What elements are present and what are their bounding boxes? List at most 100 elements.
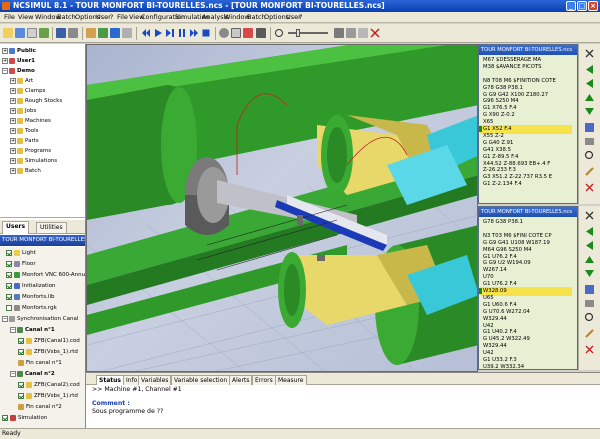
camera-icon[interactable] [346,28,356,38]
step-forward-icon[interactable] [165,28,175,38]
arrow-left-icon[interactable] [584,226,595,237]
maximize-button[interactable]: □ [577,1,587,11]
tool-icon[interactable] [584,298,595,309]
ruler-icon[interactable] [358,28,368,38]
cut-icon[interactable] [370,28,380,38]
print-icon[interactable] [56,28,66,38]
nc-code-line[interactable]: M38 $AVANCE PICOTS [483,63,541,72]
tab-status[interactable]: Status [96,375,124,385]
close-icon[interactable] [584,210,595,221]
list-icon[interactable] [584,122,595,133]
menu-help[interactable]: ? [110,13,113,22]
tree-item-demo[interactable]: − Demo [2,67,35,76]
tab-users[interactable]: Users [2,221,30,234]
close-icon[interactable] [584,48,595,59]
tree-item-machine[interactable]: Monfort VNC 600-Annu [6,271,85,280]
menu-batch-2[interactable]: Batch [247,13,266,22]
tool-icon[interactable] [86,28,96,38]
open-folder-icon[interactable] [3,28,13,38]
tree-item-initialization[interactable]: Initialization [6,282,56,291]
tree-item-simulation[interactable]: Simulation [2,414,47,423]
tree-item-machines[interactable]: + Machines [10,117,51,126]
tree-item-user1[interactable]: + User1 [2,57,35,66]
speed-slider-icon[interactable] [274,28,284,38]
stop-icon[interactable] [201,28,211,38]
pause-icon[interactable] [177,28,187,38]
fast-forward-icon[interactable] [189,28,199,38]
tree-item-public[interactable]: + Public [2,47,36,56]
tree-item-programs[interactable]: + Programs [10,147,51,156]
tab-errors[interactable]: Errors [252,375,276,385]
view-icon[interactable] [256,28,266,38]
tree-item-rgk[interactable]: Monforts.rgk [6,304,57,313]
list-icon[interactable] [584,284,595,295]
tree-item-canal-1[interactable]: − Canal n°1 [10,326,55,335]
light-icon[interactable] [334,28,344,38]
tree-item-canal1-rtd[interactable]: ZFB(Vsbs_1).rtd [18,348,78,357]
collision-icon[interactable] [243,28,253,38]
cut-icon[interactable] [584,182,595,193]
nc-code-line[interactable]: U39.2 W332.34 [483,363,524,369]
arrow-up-icon[interactable] [584,254,595,265]
menu-view[interactable]: View [18,13,33,22]
tool-icon[interactable] [584,136,595,147]
tree-item-light[interactable]: Light [6,249,36,258]
tree-item-fin-canal-1[interactable]: Fin canal n°1 [18,359,62,368]
play-icon[interactable] [153,28,163,38]
menu-file-2[interactable]: File [117,13,128,22]
part-icon[interactable] [110,28,120,38]
tree-item-lib[interactable]: Monforts.lib [6,293,54,302]
tree-item-canal2-cod[interactable]: ZFB(Canal2).cod [18,381,80,390]
speed-slider[interactable] [288,32,328,34]
tree-item-art[interactable]: + Art [10,77,33,86]
tree-item-tools[interactable]: + Tools [10,127,39,136]
tree-item-jobs[interactable]: + Jobs [10,107,36,116]
tab-utilities[interactable]: Utilities [36,222,67,233]
tab-variable-selection[interactable]: Variable selection [171,375,231,385]
grid-icon[interactable] [122,28,132,38]
edit-icon[interactable] [584,166,595,177]
nc-code-line[interactable]: G78 G38 P38.1 [483,218,523,227]
cut-icon[interactable] [584,344,595,355]
close-button[interactable]: × [588,1,598,11]
tree-item-parts[interactable]: + Parts [10,137,39,146]
3d-viewport[interactable] [86,44,478,372]
nc-code-line[interactable]: W328.09 [480,287,572,296]
tree-item-canal2-rtd[interactable]: ZFB(Vsbs_1).rtd [18,392,78,401]
arrow-left-icon[interactable] [584,78,595,89]
menu-user[interactable]: User [96,13,111,22]
arrow-left-icon[interactable] [584,64,595,75]
edit-icon[interactable] [584,328,595,339]
tree-item-simulations[interactable]: + Simulations [10,157,57,166]
zoom-icon[interactable] [231,28,241,38]
arrow-down-icon[interactable] [584,268,595,279]
record-icon[interactable] [219,28,229,38]
arrow-left-icon[interactable] [584,240,595,251]
arrow-down-icon[interactable] [584,106,595,117]
tree-item-fin-canal-2[interactable]: Fin canal n°2 [18,403,62,412]
tree-item-batch[interactable]: + Batch [10,167,41,176]
tree-item-canal1-cod[interactable]: ZFB(Canal1).cod [18,337,80,346]
menu-file[interactable]: File [4,13,15,22]
menu-window-2[interactable]: Window [224,13,250,22]
tab-variables[interactable]: Variables [138,375,172,385]
settings-icon[interactable] [68,28,78,38]
nc-code-line[interactable]: G1 Z-2.134 F.4 [483,180,522,189]
tree-item-sync[interactable]: − Synchronisation Canal [2,315,78,324]
arrow-up-icon[interactable] [584,92,595,103]
speed-slider-thumb[interactable] [296,29,300,37]
check-icon[interactable] [98,28,108,38]
tab-measure[interactable]: Measure [275,375,307,385]
menu-batch[interactable]: Batch [57,13,76,22]
zoom-icon[interactable] [584,150,595,161]
menu-help-2[interactable]: ? [299,13,302,22]
machine-icon[interactable] [39,28,49,38]
minimize-button[interactable]: _ [566,1,576,11]
tree-item-canal-2[interactable]: − Canal n°2 [10,370,55,379]
tree-item-rough-stocks[interactable]: + Rough Stocks [10,97,62,106]
save-icon[interactable] [15,28,25,38]
new-icon[interactable] [27,28,37,38]
tree-item-floor[interactable]: Floor [6,260,36,269]
tree-item-clamps[interactable]: + Clamps [10,87,45,96]
rewind-icon[interactable] [141,28,151,38]
